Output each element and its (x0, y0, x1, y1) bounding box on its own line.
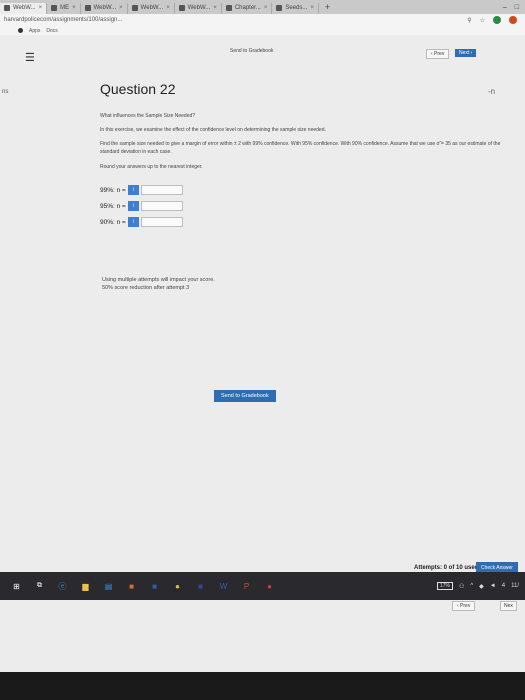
attempts-warning: 50% score reduction after attempt 3 (102, 285, 190, 291)
page-icon (276, 5, 283, 11)
url-field[interactable]: harvardpolicecom/assignments/100/assign.… (0, 17, 122, 23)
answer-input-90[interactable] (141, 217, 183, 227)
browser-tab[interactable]: WebW... × (175, 2, 222, 14)
close-tab-icon[interactable]: × (119, 5, 123, 11)
question-instruction: Find the sample size needed to give a ma… (100, 141, 501, 147)
answer-input-95[interactable] (141, 201, 183, 211)
star-icon[interactable]: ☆ (480, 17, 485, 24)
answer-row-99: 99%: n = i (100, 185, 183, 195)
app-icon[interactable]: ● (263, 580, 276, 593)
menu-icon[interactable]: ☰ (25, 51, 35, 64)
prev-button[interactable]: ‹ Prev (452, 601, 476, 611)
browser-tab[interactable]: Chapter... × (222, 2, 273, 14)
webwork-icon (131, 5, 138, 11)
close-tab-icon[interactable]: × (264, 5, 268, 11)
extension-icon[interactable] (509, 16, 517, 24)
clock-date[interactable]: 11/ (511, 583, 519, 589)
browser-tab[interactable]: Seeds... × (272, 2, 319, 14)
store-icon[interactable]: ▤ (102, 580, 115, 593)
sidebar-edge-text: ns (2, 89, 9, 95)
question-instruction: standard deviation in each case. (100, 149, 172, 155)
clock-time[interactable]: 4 (502, 583, 505, 589)
app-icon[interactable]: ■ (194, 580, 207, 593)
question-title: Question 22 (100, 81, 176, 97)
info-icon[interactable]: i (128, 185, 139, 195)
browser-tab[interactable]: ME × (47, 2, 81, 14)
word-icon[interactable]: W (217, 580, 230, 593)
answer-label: 90%: n = (100, 218, 126, 226)
network-icon[interactable]: ◆ (479, 583, 484, 590)
question-intro: In this exercise, we examine the effect … (100, 127, 326, 133)
close-tab-icon[interactable]: × (166, 5, 170, 11)
answer-input-99[interactable] (141, 185, 183, 195)
tab-bar: WebW... × ME × WebW... × WebW... × WebW.… (0, 0, 525, 14)
app-icon[interactable]: ■ (148, 580, 161, 593)
info-icon[interactable]: i (128, 217, 139, 227)
new-tab-button[interactable]: + (319, 2, 336, 12)
battery-indicator[interactable]: 17% (436, 582, 453, 590)
edge-text: -n (488, 87, 496, 96)
people-icon[interactable]: ⚇ (459, 583, 464, 590)
close-tab-icon[interactable]: × (213, 5, 217, 11)
bookmarks-bar: Apps Docs (0, 26, 525, 35)
next-button[interactable]: Nex (500, 601, 517, 611)
send-to-gradebook-link[interactable]: Send to Gradebook (230, 48, 273, 54)
minimize-icon[interactable]: – (503, 4, 507, 11)
next-button[interactable]: Next › (455, 49, 477, 57)
bookmark-item[interactable]: Docs (46, 28, 57, 34)
close-tab-icon[interactable]: × (72, 5, 76, 11)
close-tab-icon[interactable]: × (310, 5, 314, 11)
address-bar: harvardpolicecom/assignments/100/assign.… (0, 14, 525, 26)
chrome-icon[interactable]: ● (171, 580, 184, 593)
question-subtitle: What influences the Sample Size Needed? (100, 113, 196, 119)
attempts-warning: Using multiple attempts will impact your… (102, 277, 215, 283)
browser-tab[interactable]: WebW... × (81, 2, 128, 14)
browser-tab[interactable]: WebW... × (128, 2, 175, 14)
task-view-icon[interactable]: ⧉ (33, 580, 46, 593)
page-icon (51, 5, 58, 11)
webwork-icon (84, 5, 91, 11)
bookmark-icon (18, 28, 23, 33)
search-icon[interactable]: ⚲ (467, 17, 471, 24)
browser-tab[interactable]: WebW... × (0, 2, 48, 14)
webwork-icon (225, 5, 232, 11)
address-bar-icons: ⚲ ☆ (467, 16, 525, 24)
bookmark-item[interactable]: Apps (29, 28, 40, 34)
answer-label: 99%: n = (100, 186, 126, 194)
answer-row-95: 95%: n = i (100, 201, 183, 211)
file-explorer-icon[interactable]: ▆ (79, 580, 92, 593)
edge-browser-icon[interactable]: ⓔ (56, 580, 69, 593)
info-icon[interactable]: i (128, 201, 139, 211)
taskbar: ⊞ ⧉ ⓔ ▆ ▤ ■ ■ ● ■ W P ● 17% ⚇ ^ ◆ ◄ 4 11… (0, 572, 525, 600)
attempts-counter: Attempts: 0 of 10 used (414, 565, 479, 571)
windows-start-icon[interactable]: ⊞ (10, 580, 23, 593)
powerpoint-icon[interactable]: P (240, 580, 253, 593)
send-to-gradebook-button[interactable]: Send to Gradebook (214, 390, 276, 402)
maximize-icon[interactable]: □ (515, 4, 519, 11)
webwork-icon (178, 5, 185, 11)
answer-label: 95%: n = (100, 202, 126, 210)
app-icon[interactable]: ■ (125, 580, 138, 593)
prev-button[interactable]: ‹ Prev (426, 49, 450, 59)
round-note: Round your answers up to the nearest int… (100, 164, 203, 170)
system-tray: 17% ⚇ ^ ◆ ◄ 4 11/ (436, 582, 525, 590)
window-controls: – □ (503, 4, 525, 11)
volume-icon[interactable]: ◄ (490, 583, 496, 589)
answer-row-90: 90%: n = i (100, 217, 183, 227)
webwork-icon (4, 5, 10, 11)
show-hidden-icons[interactable]: ^ (470, 583, 473, 589)
extension-icon[interactable] (493, 16, 501, 24)
close-tab-icon[interactable]: × (39, 5, 43, 11)
